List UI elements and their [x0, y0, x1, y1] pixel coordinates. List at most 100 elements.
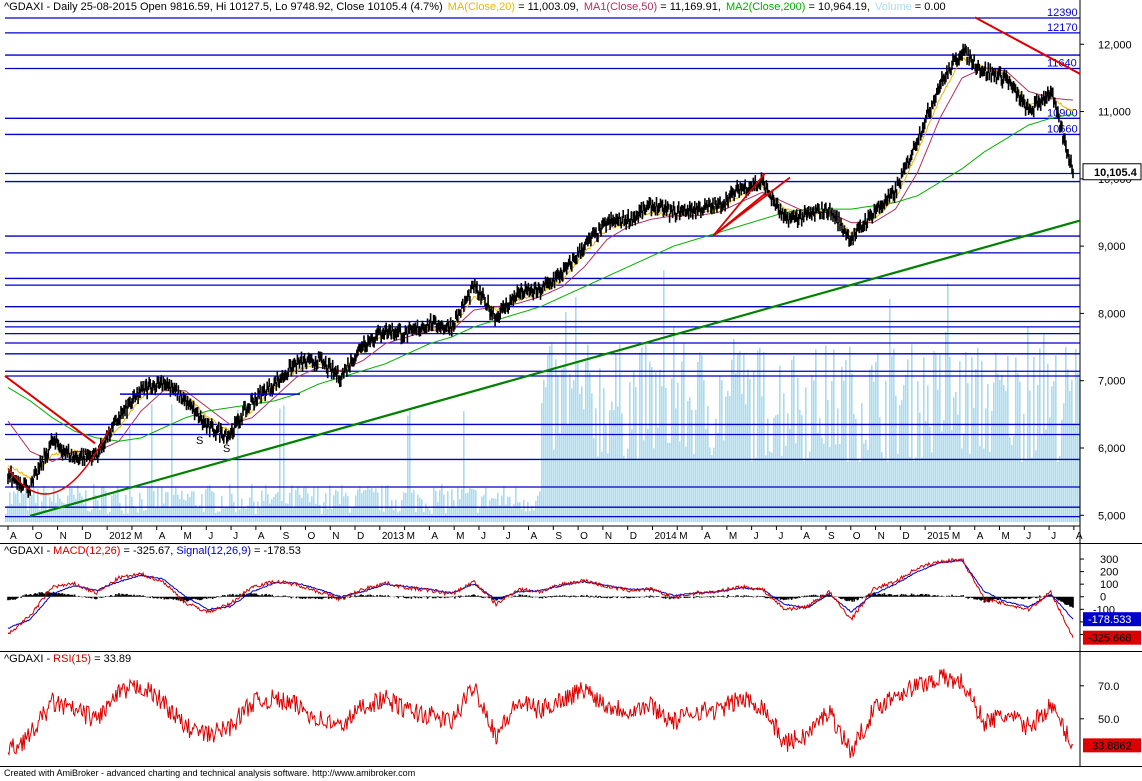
volume-bar [431, 513, 433, 522]
volume-bar [243, 507, 245, 522]
volume-bar [995, 352, 997, 522]
volume-bar [671, 378, 673, 522]
volume-bar [107, 513, 109, 522]
volume-bar [721, 380, 723, 522]
volume-bar [935, 352, 937, 522]
volume-bar [1007, 356, 1009, 522]
volume-bar [299, 494, 301, 522]
volume-bar [187, 494, 189, 522]
volume-bar [455, 506, 457, 522]
volume-bar [863, 443, 865, 522]
volume-bar [19, 502, 21, 522]
volume-bar [287, 503, 289, 522]
volume-bar [945, 331, 947, 522]
x-tick-label: O [853, 531, 861, 542]
volume-bar [639, 352, 641, 522]
last-value-label: 10,105.4 [1094, 167, 1138, 179]
volume-bar [1049, 417, 1051, 522]
x-tick-label: N [878, 531, 885, 542]
volume-bar [585, 358, 587, 522]
volume-bar [95, 495, 97, 522]
volume-bar [445, 513, 447, 522]
volume-bar [867, 449, 869, 522]
volume-bar [745, 404, 747, 522]
x-tick-label: M [134, 531, 142, 542]
volume-bar [731, 359, 733, 522]
volume-bar [579, 393, 581, 522]
volume-bar [979, 446, 981, 522]
volume-bar [609, 410, 611, 522]
volume-bar [225, 507, 227, 522]
volume-bar [55, 503, 57, 522]
volume-bar [531, 505, 533, 522]
volume-bar [727, 390, 729, 522]
volume-bar [1045, 429, 1047, 522]
volume-bar [449, 506, 451, 522]
volume-bar [595, 408, 597, 522]
volume-bar [173, 495, 175, 522]
volume-bar [987, 384, 989, 522]
x-tick-label: 2012 [109, 531, 132, 542]
ma-line-3 [7, 113, 1074, 442]
volume-bar [155, 506, 157, 522]
volume-bar [687, 401, 689, 522]
volume-bar [949, 356, 951, 522]
volume-bar [285, 503, 287, 522]
volume-bar [811, 375, 813, 522]
volume-bar [39, 509, 41, 522]
volume-bar [719, 376, 721, 522]
volume-bar [511, 507, 513, 522]
x-tick-label: N [605, 531, 612, 542]
volume-bar [803, 461, 805, 522]
volume-bar [733, 338, 735, 522]
volume-bar [981, 360, 983, 522]
shoulder-label: S [223, 443, 230, 455]
volume-bar [621, 413, 623, 522]
volume-bar [669, 442, 671, 522]
volume-bar [401, 499, 403, 522]
volume-bar [1025, 459, 1027, 522]
volume-bar [999, 380, 1001, 522]
volume-bar [695, 409, 697, 522]
x-tick-label: M [407, 531, 415, 542]
volume-bar [705, 428, 707, 522]
volume-bar [443, 494, 445, 522]
x-tick-label: S [828, 531, 835, 542]
volume-bar [631, 429, 633, 522]
x-tick-label: M [1002, 531, 1010, 542]
volume-bar [655, 372, 657, 522]
volume-bar [905, 374, 907, 522]
volume-bar [897, 453, 899, 522]
x-tick-label: D [357, 531, 364, 542]
volume-bar [921, 457, 923, 522]
x-tick-label: A [258, 531, 265, 542]
volume-bar [853, 413, 855, 522]
volume-bar [807, 458, 809, 522]
volume-bar [965, 351, 967, 522]
volume-bar [661, 386, 663, 522]
volume-bar [281, 500, 283, 522]
x-tick-label: A [1076, 531, 1083, 542]
volume-bar [593, 438, 595, 522]
price-bars [7, 43, 1074, 498]
volume-bar [773, 417, 775, 522]
volume-bar [903, 385, 905, 522]
volume-bar [407, 415, 409, 522]
volume-bar [603, 388, 605, 522]
volume-bar [651, 367, 653, 522]
x-tick-label: A [10, 531, 17, 542]
volume-bar [813, 380, 815, 522]
x-tick-label: A [159, 531, 166, 542]
volume-bar [913, 460, 915, 522]
volume-bar [283, 405, 285, 522]
volume-bar [151, 404, 153, 522]
volume-bar [519, 502, 521, 522]
volume-bar [875, 361, 877, 522]
volume-bar [821, 437, 823, 522]
volume-bar [823, 443, 825, 522]
volume-bar [629, 382, 631, 522]
volume-bar [637, 460, 639, 522]
volume-bar [775, 415, 777, 522]
x-tick-label: A [531, 531, 538, 542]
volume-bar [111, 495, 113, 522]
